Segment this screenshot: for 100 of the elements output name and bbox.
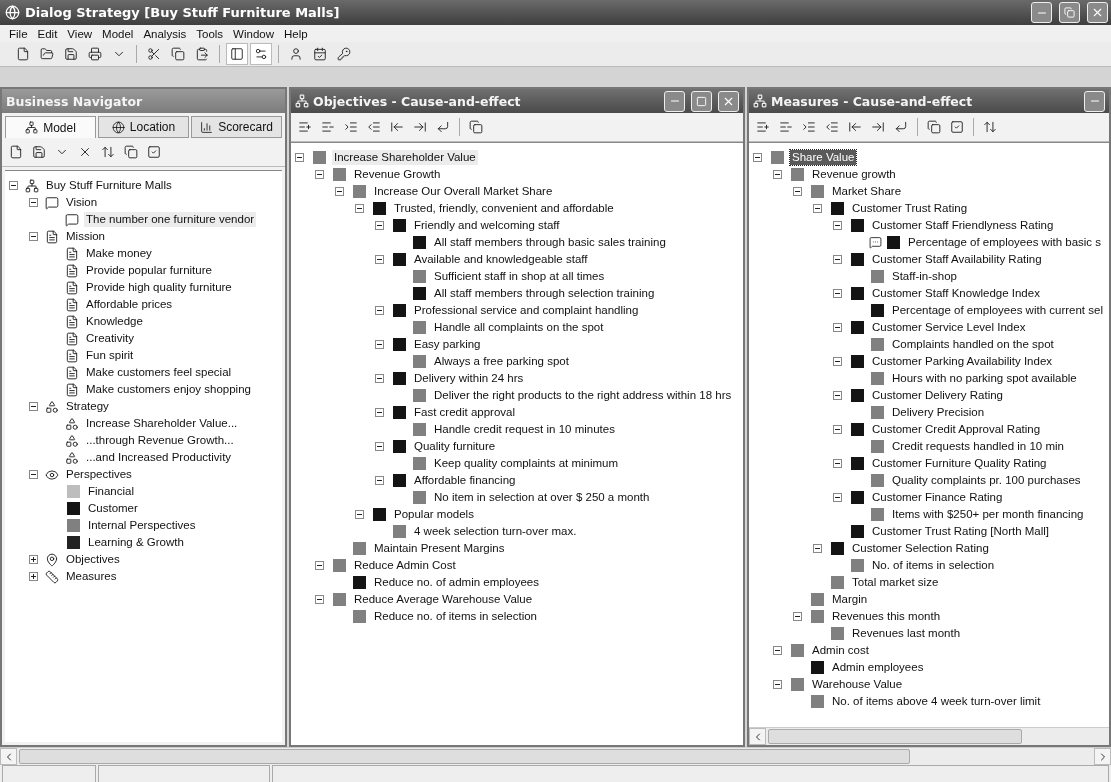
tree-item[interactable]: Make customers enjoy shopping (84, 382, 253, 397)
tree-item[interactable]: Reduce no. of admin employees (372, 575, 541, 590)
tree-item[interactable]: Buy Stuff Furniture Malls (44, 178, 174, 193)
tree-item[interactable]: Always a free parking spot (432, 354, 571, 369)
tree-item[interactable]: Financial (86, 484, 137, 499)
tree-item[interactable]: Deliver the right products to the right address within 18 hrs (432, 388, 734, 403)
tree-item[interactable]: Complaints handled on the spot (890, 337, 1056, 352)
tree-item[interactable]: No. of items in selection (870, 558, 997, 573)
tree-item[interactable]: Customer Staff Knowledge Index (870, 286, 1042, 301)
tree-item[interactable]: Revenue Growth (352, 167, 443, 182)
tree-item[interactable]: Revenues last month (850, 626, 963, 641)
tree-item[interactable]: Make customers feel special (84, 365, 234, 380)
tree-item[interactable]: Sufficient staff in shop at all times (432, 269, 607, 284)
panel-title: Business Navigator (6, 93, 144, 109)
tree-item[interactable]: Friendly and welcoming staff (412, 218, 562, 233)
tree-item[interactable]: Objectives (64, 552, 122, 567)
tree-item[interactable]: No item in selection at over $ 250 a month (432, 490, 652, 505)
tree-item[interactable]: Customer Credit Approval Rating (870, 422, 1043, 437)
tab[interactable]: Model (5, 116, 96, 138)
tree-item[interactable]: Make money (84, 246, 154, 261)
tree-item[interactable]: All staff members through selection training (432, 286, 657, 301)
tree-item[interactable]: Customer Finance Rating (870, 490, 1005, 505)
tree-item[interactable]: Revenues this month (830, 609, 943, 624)
menu-item[interactable]: Model (97, 27, 139, 40)
tree-item[interactable]: Available and knowledgeable staff (412, 252, 590, 267)
tree-item[interactable]: Fast credit approval (412, 405, 517, 420)
tree-item[interactable]: Customer Delivery Rating (870, 388, 1005, 403)
tree-item[interactable]: Popular models (392, 507, 476, 522)
panel-title: Objectives - Cause-and-effect (313, 93, 522, 109)
panel-title: Measures - Cause-and-effect (771, 93, 974, 109)
tree-item[interactable]: Quality furniture (412, 439, 498, 454)
tree-item[interactable]: Provide high quality furniture (84, 280, 234, 295)
tree-item[interactable]: Trusted, friendly, convenient and affordable (392, 201, 616, 216)
tree-item[interactable]: Customer (86, 501, 140, 516)
tree-item[interactable]: Staff-in-shop (890, 269, 959, 284)
window-title: Dialog Strategy [Buy Stuff Furniture Malls] (25, 5, 341, 20)
tree-item[interactable]: Customer Selection Rating (850, 541, 991, 556)
tree-item[interactable]: Delivery Precision (890, 405, 987, 420)
tree-item[interactable]: Customer Trust Rating (850, 201, 970, 216)
tree-item[interactable]: Maintain Present Margins (372, 541, 507, 556)
tree-item[interactable]: Learning & Growth (86, 535, 186, 550)
tree-item[interactable]: Increase Shareholder Value... (84, 416, 240, 431)
tree-item[interactable]: ...through Revenue Growth... (84, 433, 236, 448)
tree-item[interactable]: Increase Our Overall Market Share (372, 184, 555, 199)
tree-item[interactable]: Handle all complaints on the spot (432, 320, 606, 335)
tree-item[interactable]: Customer Service Level Index (870, 320, 1028, 335)
tree-item[interactable]: Measures (64, 569, 119, 584)
tree-item[interactable]: Reduce Average Warehouse Value (352, 592, 535, 607)
tree-item[interactable]: No. of items above 4 week turn-over limit (830, 694, 1043, 709)
tree-item[interactable]: Items with $250+ per month financing (890, 507, 1086, 522)
tree-item[interactable]: Hours with no parking spot available (890, 371, 1079, 386)
menu-item[interactable]: File (4, 27, 33, 40)
tree-item[interactable]: ...and Increased Productivity (84, 450, 234, 465)
tree-item[interactable]: Admin employees (830, 660, 926, 675)
tree-item[interactable]: Delivery within 24 hrs (412, 371, 526, 386)
tab[interactable]: Location (98, 116, 189, 138)
tree-item[interactable]: Affordable financing (412, 473, 518, 488)
tree-item[interactable]: Customer Parking Availability Index (870, 354, 1055, 369)
tree-item[interactable]: Total market size (850, 575, 941, 590)
tree-item[interactable]: Customer Trust Rating [North Mall] (870, 524, 1052, 539)
menu-item[interactable]: Help (279, 27, 313, 40)
tab[interactable]: Scorecard (191, 116, 282, 138)
tree-item[interactable]: Vision (64, 195, 100, 210)
tree-item[interactable]: The number one furniture vendor (84, 212, 257, 227)
tree-item[interactable]: Strategy (64, 399, 111, 414)
tree-item[interactable]: Affordable prices (84, 297, 175, 312)
tree-item[interactable]: Perspectives (64, 467, 134, 482)
tree-item[interactable]: All staff members through basic sales training (432, 235, 668, 250)
tree-item[interactable]: Credit requests handled in 10 min (890, 439, 1066, 454)
menu-item[interactable]: Analysis (138, 27, 192, 40)
tree-item[interactable]: Share Value (790, 150, 857, 165)
tree-item[interactable]: Warehouse Value (810, 677, 905, 692)
menu-item[interactable]: Tools (191, 27, 229, 40)
tree-item[interactable]: Revenue growth (810, 167, 898, 182)
tree-item[interactable]: Margin (830, 592, 870, 607)
tree-item[interactable]: Mission (64, 229, 107, 244)
tree-item[interactable]: Customer Furniture Quality Rating (870, 456, 1049, 471)
tree-item[interactable]: Handle credit request in 10 minutes (432, 422, 617, 437)
tree-item[interactable]: Quality complaints pr. 100 purchases (890, 473, 1083, 488)
tree-item[interactable]: Admin cost (810, 643, 871, 658)
tree-item[interactable]: Easy parking (412, 337, 483, 352)
menu-item[interactable]: Edit (32, 27, 63, 40)
tree-item[interactable]: Internal Perspectives (86, 518, 198, 533)
menu-item[interactable]: Window (228, 27, 279, 40)
tree-item[interactable]: Customer Staff Friendlyness Rating (870, 218, 1056, 233)
tree-item[interactable]: Professional service and complaint handling (412, 303, 641, 318)
tree-item[interactable]: Reduce Admin Cost (352, 558, 458, 573)
tree-item[interactable]: Keep quality complaints at minimum (432, 456, 621, 471)
tree-item[interactable]: Percentage of employees with current sel (890, 303, 1105, 318)
menu-item[interactable]: View (62, 27, 98, 40)
tree-item[interactable]: Provide popular furniture (84, 263, 214, 278)
tree-item[interactable]: Fun spirit (84, 348, 136, 363)
tree-item[interactable]: Reduce no. of items in selection (372, 609, 539, 624)
tree-item[interactable]: Customer Staff Availability Rating (870, 252, 1044, 267)
tree-item[interactable]: Percentage of employees with basic s (906, 235, 1104, 250)
tree-item[interactable]: Knowledge (84, 314, 145, 329)
tree-item[interactable]: Increase Shareholder Value (332, 150, 478, 165)
tree-item[interactable]: Creativity (84, 331, 136, 346)
tree-item[interactable]: Market Share (830, 184, 904, 199)
tree-item[interactable]: 4 week selection turn-over max. (412, 524, 579, 539)
